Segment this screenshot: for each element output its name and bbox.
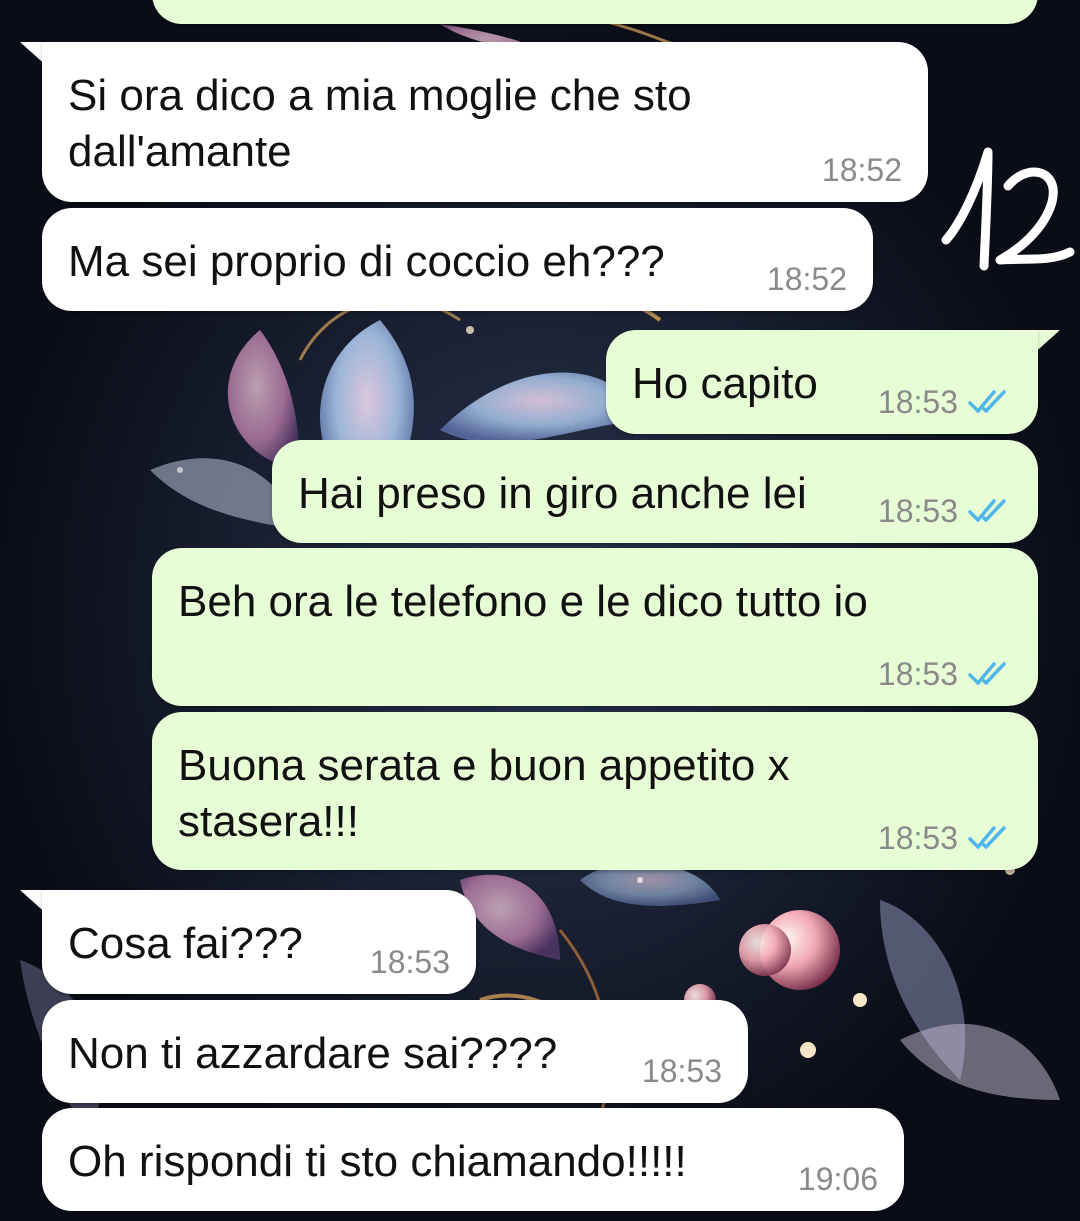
message-time: 18:52 [821, 152, 902, 188]
message-time: 18:53 [877, 820, 958, 856]
message-meta: 18:53 [878, 820, 1012, 856]
double-check-icon [968, 662, 1006, 685]
message-meta: 18:53 [642, 1053, 722, 1089]
message-time: 18:53 [877, 656, 958, 692]
message-text: Beh ora le telefono e le dico tutto io [178, 577, 868, 626]
message-text: Oh rispondi ti sto chiamando!!!!! [68, 1137, 687, 1186]
double-check-icon [968, 390, 1006, 413]
message-text: Si ora dico a mia moglie che sto dall'am… [68, 71, 692, 176]
message-time: 18:53 [369, 944, 450, 980]
message-text: Buona serata e buon appetito x stasera!!… [178, 741, 790, 846]
message-outgoing[interactable]: Ho capito 18:53 [606, 330, 1038, 434]
message-incoming[interactable]: Ma sei proprio di coccio eh??? 18:52 [42, 208, 873, 311]
message-incoming[interactable]: Non ti azzardare sai???? 18:53 [42, 1000, 748, 1103]
message-bubble-partial [152, 0, 1038, 24]
message-meta: 18:53 [878, 656, 1012, 692]
message-outgoing[interactable]: Buona serata e buon appetito x stasera!!… [152, 712, 1038, 870]
message-incoming[interactable]: Cosa fai??? 18:53 [42, 890, 476, 994]
message-meta: 18:52 [767, 261, 847, 297]
message-meta: 18:53 [370, 944, 450, 980]
message-text: Ho capito [632, 359, 818, 408]
message-meta: 18:52 [822, 152, 902, 188]
message-outgoing[interactable]: Hai preso in giro anche lei 18:53 [272, 440, 1038, 543]
message-meta: 18:53 [878, 493, 1012, 529]
message-text: Ma sei proprio di coccio eh??? [68, 237, 665, 286]
message-text: Cosa fai??? [68, 919, 303, 968]
message-meta: 18:53 [878, 384, 1012, 420]
handwritten-number [941, 147, 1075, 271]
double-check-icon [968, 499, 1006, 522]
double-check-icon [968, 826, 1006, 849]
message-time: 19:06 [797, 1161, 878, 1197]
message-text: Hai preso in giro anche lei [298, 469, 807, 518]
message-text: Non ti azzardare sai???? [68, 1029, 558, 1078]
message-incoming[interactable]: Si ora dico a mia moglie che sto dall'am… [42, 42, 928, 202]
message-time: 18:53 [641, 1053, 722, 1089]
message-time: 18:53 [877, 384, 958, 420]
message-meta: 19:06 [798, 1161, 878, 1197]
message-time: 18:53 [877, 493, 958, 529]
message-outgoing[interactable]: Beh ora le telefono e le dico tutto io 1… [152, 548, 1038, 706]
message-incoming[interactable]: Oh rispondi ti sto chiamando!!!!! 19:06 [42, 1108, 904, 1211]
message-time: 18:52 [766, 261, 847, 297]
